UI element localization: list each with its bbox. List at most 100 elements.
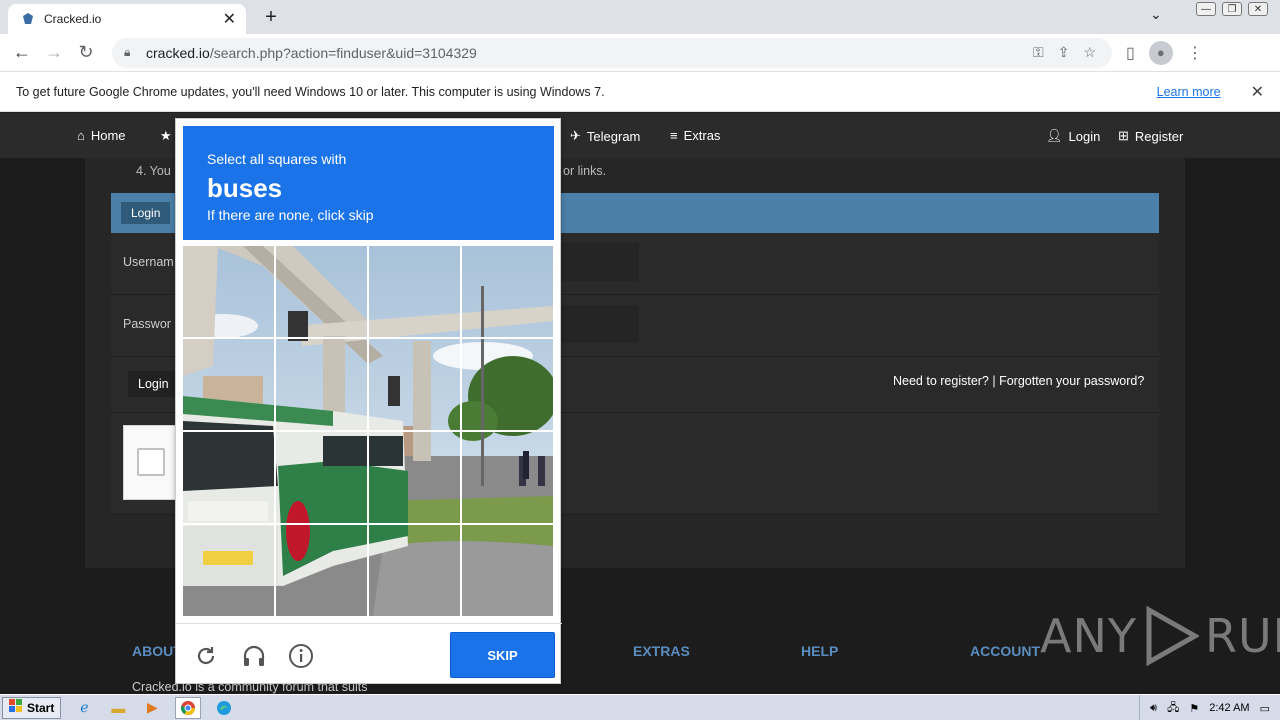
lock-icon: 🔒︎ [124, 45, 131, 59]
captcha-grid [183, 246, 553, 616]
home-icon: ⌂ [77, 128, 85, 143]
skip-button[interactable]: SKIP [450, 632, 555, 678]
media-player-icon[interactable]: ▶ [141, 697, 163, 719]
menu-dots-icon[interactable]: ⋮ [1187, 43, 1203, 63]
nav-star[interactable]: ★ [160, 128, 172, 144]
url-path: /search.php?action=finduser&uid=3104329 [209, 44, 477, 61]
browser-tab[interactable]: Cracked.io ✕ [8, 4, 246, 34]
rules-text-right: or links. [563, 164, 607, 178]
captcha-header: Select all squares with buses If there a… [183, 126, 554, 240]
browser-toolbar: ← → ↻ 🔒︎ cracked.io/search.php?action=fi… [0, 34, 1280, 72]
nav-register-label: Register [1134, 128, 1184, 144]
restore-button[interactable]: ❐ [1222, 2, 1242, 16]
captcha-tile[interactable] [276, 525, 367, 616]
internet-explorer-icon[interactable]: ℯ [73, 697, 95, 719]
list-icon: ≡ [670, 128, 678, 143]
start-label: Start [27, 700, 55, 715]
cracked-favicon-icon [20, 11, 36, 27]
profile-avatar-icon[interactable]: ● [1148, 40, 1173, 65]
captcha-tile[interactable] [462, 339, 553, 430]
user-icon: 👤︎ [1046, 128, 1063, 143]
captcha-tile[interactable] [369, 246, 460, 337]
captcha-instruction: Select all squares with [207, 151, 347, 167]
key-icon[interactable]: ⚿ [1033, 44, 1044, 61]
footer-account-heading: ACCOUNT [970, 643, 1040, 659]
captcha-tile[interactable] [276, 246, 367, 337]
captcha-tile[interactable] [183, 339, 274, 430]
captcha-tile[interactable] [276, 432, 367, 523]
footer-extras-heading: EXTRAS [633, 643, 690, 659]
file-explorer-icon[interactable]: ▬ [107, 697, 129, 719]
address-bar[interactable]: 🔒︎ cracked.io/search.php?action=finduser… [112, 37, 1112, 68]
nav-extras[interactable]: ≡ Extras [670, 128, 720, 143]
footer-help-heading: HELP [801, 643, 839, 659]
captcha-target: buses [207, 173, 283, 203]
tab-close-icon[interactable]: ✕ [223, 9, 236, 29]
watermark-right: RUN [1204, 609, 1280, 663]
username-label: Usernam [123, 255, 174, 269]
nav-register[interactable]: ⊞ Register [1118, 128, 1183, 144]
update-infobar: To get future Google Chrome updates, you… [0, 72, 1280, 112]
side-panel-icon[interactable]: ▯ [1126, 43, 1135, 63]
captcha-challenge: Select all squares with buses If there a… [175, 118, 562, 685]
captcha-tile[interactable] [276, 339, 367, 430]
new-tab-button[interactable]: + [258, 4, 284, 30]
tab-search-chevron-icon[interactable]: ⌄ [1150, 6, 1162, 23]
register-links[interactable]: Need to register? | Forgotten your passw… [893, 374, 1144, 388]
headphones-icon[interactable] [240, 642, 268, 670]
chrome-taskbar-icon[interactable] [175, 696, 202, 719]
clock[interactable]: 2:42 AM [1209, 702, 1249, 714]
password-field[interactable] [551, 305, 639, 343]
login-header-label: Login [121, 202, 171, 224]
tab-title: Cracked.io [44, 12, 102, 26]
url-host: cracked.io [146, 44, 210, 61]
captcha-tile[interactable] [369, 432, 460, 523]
start-button[interactable]: Start [2, 696, 62, 719]
windows-taskbar: Start ℯ ▬ ▶ 🔊︎ 🖧 ⚑ 2:42 AM ▭ [0, 694, 1280, 720]
captcha-tile[interactable] [369, 339, 460, 430]
captcha-tile[interactable] [462, 246, 553, 337]
window-controls: — ❐ ✕ [1196, 2, 1268, 16]
captcha-tile[interactable] [183, 246, 274, 337]
reload-icon[interactable]: ↻ [70, 37, 102, 69]
minimize-button[interactable]: — [1196, 2, 1216, 16]
infobar-message: To get future Google Chrome updates, you… [16, 84, 605, 99]
url-text: cracked.io/search.php?action=finduser&ui… [146, 45, 1033, 61]
telegram-icon: ✈ [570, 128, 581, 143]
show-desktop-icon[interactable]: ▭ [1260, 702, 1270, 715]
reload-icon[interactable] [192, 642, 220, 670]
network-icon[interactable]: 🖧 [1167, 699, 1179, 718]
plus-square-icon: ⊞ [1118, 128, 1129, 143]
anyrun-watermark: ANY RUN [1040, 606, 1280, 666]
captcha-tile[interactable] [183, 525, 274, 616]
captcha-tile[interactable] [462, 525, 553, 616]
infobar-close-icon[interactable]: ✕ [1251, 82, 1264, 102]
captcha-hint: If there are none, click skip [207, 207, 374, 223]
edge-icon[interactable] [213, 697, 235, 719]
browser-tab-strip: Cracked.io ✕ + ⌄ — ❐ ✕ [0, 0, 1280, 34]
captcha-footer: SKIP [176, 623, 562, 685]
nav-home[interactable]: ⌂ Home [77, 128, 126, 143]
nav-login[interactable]: 👤︎ Login [1046, 128, 1100, 144]
volume-icon[interactable]: 🔊︎ [1150, 702, 1157, 715]
nav-home-label: Home [90, 128, 126, 143]
learn-more-link[interactable]: Learn more [1157, 85, 1221, 99]
nav-extras-label: Extras [683, 128, 721, 143]
nav-login-label: Login [1068, 128, 1101, 144]
rules-text-left: 4. You [136, 164, 171, 178]
captcha-tile[interactable] [369, 525, 460, 616]
nav-telegram[interactable]: ✈ Telegram [570, 128, 640, 144]
forward-arrow-icon[interactable]: → [38, 37, 70, 69]
play-logo-icon [1146, 606, 1199, 666]
info-icon[interactable] [287, 642, 315, 670]
bookmark-star-icon[interactable]: ☆ [1083, 44, 1096, 61]
captcha-tile[interactable] [462, 432, 553, 523]
captcha-tile[interactable] [183, 432, 274, 523]
close-window-button[interactable]: ✕ [1248, 2, 1268, 16]
recaptcha-checkbox[interactable] [137, 448, 165, 476]
share-icon[interactable]: ⇪ [1058, 44, 1070, 61]
username-field[interactable] [551, 243, 639, 281]
flag-icon[interactable]: ⚑ [1189, 702, 1199, 715]
login-submit-button[interactable]: Login [128, 371, 179, 397]
back-arrow-icon[interactable]: ← [6, 37, 38, 69]
